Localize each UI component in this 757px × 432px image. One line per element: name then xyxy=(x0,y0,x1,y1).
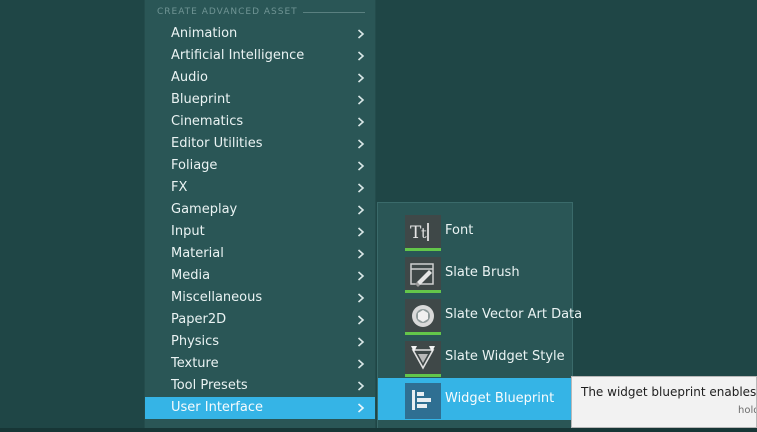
tooltip: The widget blueprint enables exte hold xyxy=(571,376,757,428)
submenu-item-label: Slate Brush xyxy=(445,265,520,280)
chevron-right-icon xyxy=(357,89,367,111)
font-asset-icon: T t xyxy=(405,215,441,251)
chevron-right-icon xyxy=(357,243,367,265)
menu-item-label: Texture xyxy=(171,356,219,371)
chevron-right-icon xyxy=(357,45,367,67)
chevron-right-icon xyxy=(357,265,367,287)
category-list: Animation Artificial Intelligence Audio … xyxy=(145,23,375,419)
menu-item-blueprint[interactable]: Blueprint xyxy=(145,89,375,111)
menu-item-label: Physics xyxy=(171,334,220,349)
menu-item-foliage[interactable]: Foliage xyxy=(145,155,375,177)
tooltip-text: The widget blueprint enables exte xyxy=(581,385,757,399)
chevron-right-icon xyxy=(357,155,367,177)
chevron-right-icon xyxy=(357,375,367,397)
submenu-item-widget-blueprint[interactable]: Widget Blueprint xyxy=(378,378,572,420)
submenu-item-label: Slate Widget Style xyxy=(445,349,565,364)
chevron-right-icon xyxy=(357,287,367,309)
menu-item-label: Gameplay xyxy=(171,202,238,217)
chevron-right-icon xyxy=(357,221,367,243)
user-interface-submenu: T t Font Slate Brush Slate Vector Art Da… xyxy=(377,202,582,432)
menu-item-input[interactable]: Input xyxy=(145,221,375,243)
chevron-right-icon xyxy=(357,397,367,419)
widget-blueprint-icon xyxy=(405,383,441,419)
submenu-item-label: Font xyxy=(445,223,474,238)
menu-item-label: Miscellaneous xyxy=(171,290,263,305)
menu-item-user-interface[interactable]: User Interface xyxy=(145,397,375,419)
menu-item-miscellaneous[interactable]: Miscellaneous xyxy=(145,287,375,309)
section-divider xyxy=(303,12,365,13)
chevron-right-icon xyxy=(357,331,367,353)
menu-item-animation[interactable]: Animation xyxy=(145,23,375,45)
bottom-edge xyxy=(0,428,757,432)
menu-item-editor-utilities[interactable]: Editor Utilities xyxy=(145,133,375,155)
menu-item-label: Material xyxy=(171,246,224,261)
menu-item-media[interactable]: Media xyxy=(145,265,375,287)
slate-brush-icon xyxy=(405,257,441,293)
menu-item-physics[interactable]: Physics xyxy=(145,331,375,353)
menu-item-gameplay[interactable]: Gameplay xyxy=(145,199,375,221)
menu-item-label: Tool Presets xyxy=(171,378,248,393)
menu-item-label: Animation xyxy=(171,26,238,41)
svg-text:t: t xyxy=(421,226,427,242)
tooltip-hint: hold xyxy=(738,405,756,416)
chevron-right-icon xyxy=(357,67,367,89)
menu-item-tool-presets[interactable]: Tool Presets xyxy=(145,375,375,397)
menu-item-label: Audio xyxy=(171,70,208,85)
menu-item-cinematics[interactable]: Cinematics xyxy=(145,111,375,133)
menu-item-material[interactable]: Material xyxy=(145,243,375,265)
menu-item-label: Foliage xyxy=(171,158,218,173)
chevron-right-icon xyxy=(357,177,367,199)
section-header: CREATE ADVANCED ASSET xyxy=(157,7,298,17)
menu-item-artificial-intelligence[interactable]: Artificial Intelligence xyxy=(145,45,375,67)
submenu-item-font[interactable]: T t Font xyxy=(378,210,572,252)
slate-vector-art-icon xyxy=(405,299,441,335)
chevron-right-icon xyxy=(357,309,367,331)
submenu-item-slate-vector-art-data[interactable]: Slate Vector Art Data xyxy=(378,294,582,336)
menu-item-paper2d[interactable]: Paper2D xyxy=(145,309,375,331)
menu-item-label: Cinematics xyxy=(171,114,244,129)
menu-item-label: Paper2D xyxy=(171,312,227,327)
chevron-right-icon xyxy=(357,111,367,133)
menu-item-label: User Interface xyxy=(171,400,263,415)
submenu-item-slate-brush[interactable]: Slate Brush xyxy=(378,252,572,294)
chevron-right-icon xyxy=(357,23,367,45)
chevron-right-icon xyxy=(357,133,367,155)
menu-item-texture[interactable]: Texture xyxy=(145,353,375,375)
submenu-item-label: Slate Vector Art Data xyxy=(445,307,583,322)
menu-item-label: Media xyxy=(171,268,211,283)
menu-item-label: Editor Utilities xyxy=(171,136,263,151)
menu-item-label: Artificial Intelligence xyxy=(171,48,305,63)
menu-item-audio[interactable]: Audio xyxy=(145,67,375,89)
menu-item-label: FX xyxy=(171,180,188,195)
create-advanced-asset-menu: CREATE ADVANCED ASSET Animation Artifici… xyxy=(144,0,376,432)
submenu-item-label: Widget Blueprint xyxy=(445,391,555,406)
menu-item-fx[interactable]: FX xyxy=(145,177,375,199)
menu-item-label: Input xyxy=(171,224,205,239)
submenu-item-slate-widget-style[interactable]: Slate Widget Style xyxy=(378,336,572,378)
chevron-right-icon xyxy=(357,199,367,221)
chevron-right-icon xyxy=(357,353,367,375)
slate-widget-style-icon xyxy=(405,341,441,377)
menu-item-label: Blueprint xyxy=(171,92,231,107)
